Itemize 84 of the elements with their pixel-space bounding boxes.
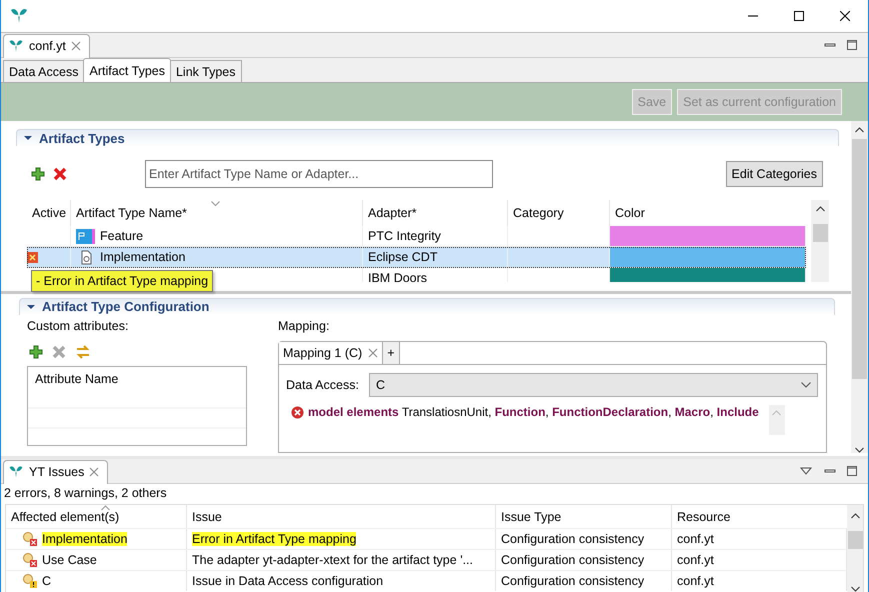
section-header[interactable]: Artifact Type Configuration (19, 298, 835, 316)
page-tab[interactable]: Data Access (3, 60, 84, 82)
chevron-down-icon (801, 382, 811, 388)
sort-icon (211, 201, 220, 208)
column-header[interactable]: Issue Type (501, 510, 562, 524)
scroll-thumb[interactable] (812, 224, 828, 242)
editor-tab[interactable]: conf.yt (3, 34, 90, 58)
edit-categories-button[interactable]: Edit Categories (726, 161, 823, 188)
scroll-down-icon[interactable] (850, 586, 860, 592)
table-row[interactable]: Implementation Eclipse CDT (27, 247, 806, 268)
page-tab[interactable]: Link Types (170, 60, 242, 82)
scroll-down-icon[interactable] (855, 447, 864, 453)
delete-icon[interactable] (53, 167, 67, 182)
table-cell: Eclipse CDT (368, 250, 438, 264)
scroll-thumb[interactable] (852, 139, 867, 379)
table-cell: Issue in Data Access configuration (192, 574, 384, 588)
error-icon (291, 406, 304, 420)
scrollbar[interactable] (768, 405, 785, 436)
close-icon (840, 11, 850, 21)
scrollbar[interactable] (811, 200, 829, 282)
column-header[interactable]: Attribute Name (35, 372, 118, 386)
column-header[interactable]: Adapter* (368, 206, 417, 220)
column-header[interactable]: Issue (192, 510, 222, 524)
section-title: Artifact Types (39, 130, 125, 146)
maximize-icon[interactable] (846, 39, 858, 51)
add-icon[interactable] (31, 167, 45, 182)
table-cell: PTC Integrity (368, 229, 441, 244)
attributes-label: Custom attributes: (27, 319, 130, 336)
column-header[interactable]: Color (615, 206, 645, 220)
table-cell: Use Case (42, 553, 97, 567)
tab-label: Mapping 1 (C) (283, 346, 362, 360)
maximize-icon (794, 11, 804, 21)
column-header[interactable]: Active (32, 206, 66, 220)
table-cell: Error in Artifact Type mapping (192, 532, 356, 546)
mapping-tab[interactable]: Mapping 1 (C) (279, 342, 384, 364)
data-access-dropdown[interactable]: C (368, 373, 818, 398)
table-cell: conf.yt (677, 574, 714, 588)
mapping-tab[interactable]: + (383, 342, 400, 364)
scrollbar[interactable] (851, 121, 868, 453)
table-cell: Implementation (100, 250, 186, 264)
scroll-thumb[interactable] (848, 531, 862, 549)
scroll-up-icon[interactable] (855, 127, 864, 133)
tab-label: + (387, 346, 395, 360)
table-cell: Configuration consistency (501, 574, 644, 588)
view-tab[interactable]: YT Issues (3, 460, 108, 484)
table-cell: conf.yt (677, 532, 714, 546)
close-icon[interactable] (368, 348, 378, 358)
table-cell: IBM Doors (368, 271, 428, 282)
close-icon[interactable] (89, 467, 100, 477)
table-cell: conf.yt (677, 553, 714, 567)
table-cell: C (42, 574, 52, 588)
scroll-up-icon[interactable] (816, 206, 824, 212)
section-header[interactable]: Artifact Types (16, 129, 839, 146)
section-title: Artifact Type Configuration (42, 299, 210, 314)
column-header[interactable]: Resource (677, 510, 730, 524)
close-icon[interactable] (70, 41, 81, 51)
mapping-label: Mapping: (278, 319, 330, 336)
add-icon[interactable] (29, 345, 43, 360)
scrollbar[interactable] (847, 505, 863, 592)
color-swatch[interactable] (610, 226, 805, 246)
data-access-label: Data Access: (286, 378, 359, 392)
color-swatch[interactable] (610, 247, 805, 268)
view-menu-icon[interactable] (800, 467, 812, 475)
error-message: model elements TranslatiosnUnit, Function, FunctionDeclaration, Macro, Include (308, 405, 759, 420)
swap-arrows-icon[interactable] (75, 344, 91, 360)
table-cell: The adapter yt-adapter-xtext for the artifact type '... (192, 553, 473, 567)
table-cell: Configuration consistency (501, 553, 644, 567)
tab-label: conf.yt (29, 39, 66, 53)
table-cell: Feature (100, 229, 144, 244)
search-field[interactable]: Enter Artifact Type Name or Adapter... (145, 160, 493, 188)
sort-icon (101, 505, 110, 511)
table-cell: Implementation (42, 532, 128, 546)
tab-label: YT Issues (29, 465, 84, 479)
page-tab[interactable]: Artifact Types (83, 58, 171, 82)
tooltip: - Error in Artifact Type mapping (31, 270, 214, 292)
attribute-list[interactable]: Attribute Name (27, 366, 247, 446)
color-swatch[interactable] (610, 268, 805, 282)
table-cell: Configuration consistency (501, 532, 644, 546)
issue-summary: 2 errors, 8 warnings, 2 others (3, 485, 168, 502)
column-header[interactable]: Affected element(s) (11, 510, 120, 524)
column-header[interactable]: Category (513, 206, 564, 220)
maximize-icon[interactable] (846, 465, 858, 477)
column-header[interactable]: Artifact Type Name* (76, 206, 187, 220)
scroll-up-icon[interactable] (850, 513, 860, 519)
